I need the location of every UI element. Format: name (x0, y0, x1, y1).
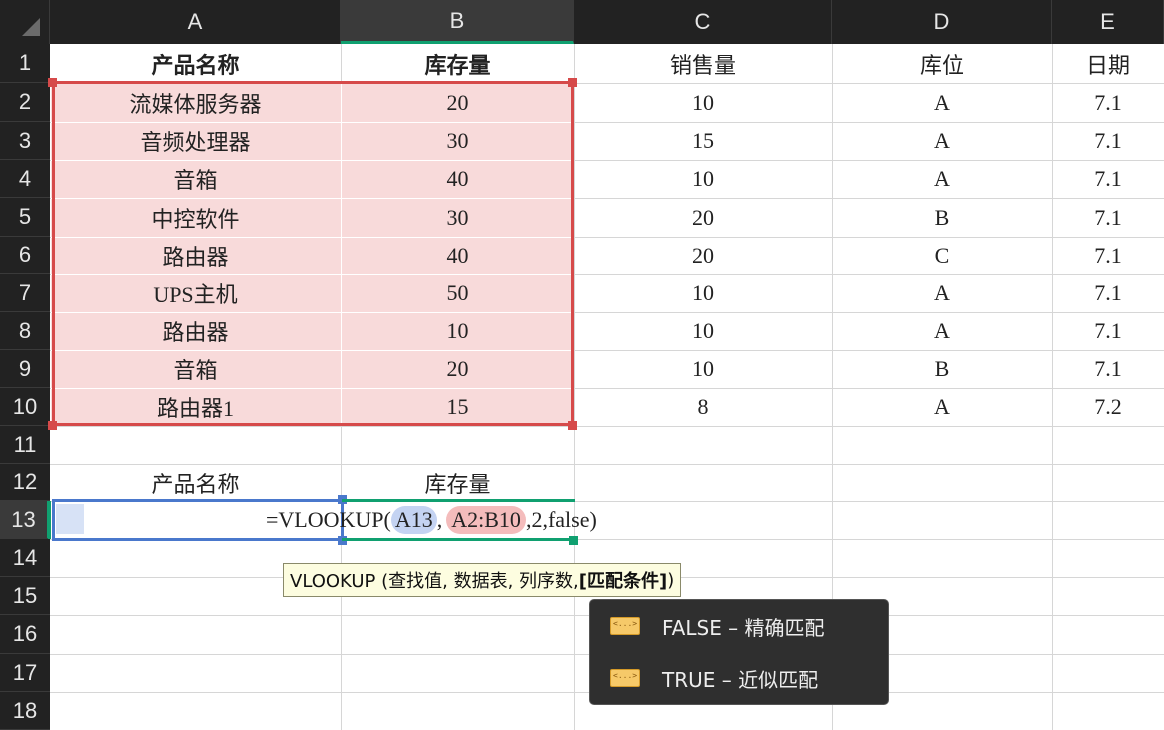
cell-c1[interactable]: 销售量 (574, 44, 832, 83)
range-resize-handle[interactable] (48, 421, 57, 430)
cell-d7[interactable]: A (832, 274, 1052, 312)
cell-d2[interactable]: A (832, 83, 1052, 122)
cell-d5[interactable]: B (832, 198, 1052, 237)
cell-c3[interactable]: 15 (574, 122, 832, 160)
option-label: FALSE – 精确匹配 (662, 615, 825, 640)
row-header-3[interactable]: 3 (0, 122, 50, 160)
cell-c4[interactable]: 10 (574, 160, 832, 198)
enum-value-icon (610, 669, 640, 687)
formula-arg-table-range[interactable]: A2:B10 (446, 506, 526, 534)
cell-e8[interactable]: 7.1 (1052, 312, 1164, 350)
row-header-2[interactable]: 2 (0, 83, 50, 122)
row-header-8[interactable]: 8 (0, 312, 50, 350)
row-header-15[interactable]: 15 (0, 577, 50, 615)
row-header-10[interactable]: 10 (0, 388, 50, 426)
grid-line (50, 426, 1164, 427)
cell-e5[interactable]: 7.1 (1052, 198, 1164, 237)
tooltip-signature: VLOOKUP (查找值, 数据表, 列序数, (290, 571, 579, 592)
cell-e10[interactable]: 7.2 (1052, 388, 1164, 426)
cell-e9[interactable]: 7.1 (1052, 350, 1164, 388)
autocomplete-option-false[interactable]: FALSE – 精确匹配 (590, 606, 890, 646)
range-resize-handle[interactable] (48, 78, 57, 87)
cell-e2[interactable]: 7.1 (1052, 83, 1164, 122)
row-header-6[interactable]: 6 (0, 237, 50, 274)
formula-separator: , (436, 507, 443, 532)
formula-rest: ,2,false) (525, 507, 597, 532)
column-header-e[interactable]: E (1052, 0, 1164, 44)
row-header-7[interactable]: 7 (0, 274, 50, 312)
row-header-5[interactable]: 5 (0, 198, 50, 237)
cell-e4[interactable]: 7.1 (1052, 160, 1164, 198)
spreadsheet[interactable]: ABCDE 1 2 3 4 5 6 7 8 9 10 11 12 13 14 15 16 17 18 产品名称 库存… (0, 0, 1164, 730)
row-header-16[interactable]: 16 (0, 615, 50, 654)
cell-d9[interactable]: B (832, 350, 1052, 388)
column-header-d[interactable]: D (832, 0, 1052, 44)
select-all-icon (22, 18, 40, 36)
cell-c5[interactable]: 20 (574, 198, 832, 237)
autocomplete-option-true[interactable]: TRUE – 近似匹配 (590, 658, 890, 698)
formula-editor[interactable]: =VLOOKUP(A13, A2:B10,2,false) (52, 501, 1052, 539)
row-header-4[interactable]: 4 (0, 160, 50, 198)
autocomplete-popup: FALSE – 精确匹配 TRUE – 近似匹配 (589, 599, 889, 705)
cell-c6[interactable]: 20 (574, 237, 832, 274)
row-header-1[interactable]: 1 (0, 44, 50, 83)
column-header-a[interactable]: A (50, 0, 341, 44)
editing-row-marker (48, 501, 51, 539)
row-header-18[interactable]: 18 (0, 692, 50, 730)
row-header-9[interactable]: 9 (0, 350, 50, 388)
cell-b1[interactable]: 库存量 (341, 44, 574, 83)
tooltip-close-paren: ) (667, 569, 675, 591)
cell-d4[interactable]: A (832, 160, 1052, 198)
column-header-c[interactable]: C (574, 0, 832, 44)
range-resize-handle[interactable] (568, 78, 577, 87)
cell-b12[interactable]: 库存量 (341, 464, 574, 501)
row-header-11[interactable]: 11 (0, 426, 50, 464)
select-all-corner[interactable] (0, 0, 50, 44)
function-signature-tooltip: VLOOKUP (查找值, 数据表, 列序数, [匹配条件]) (283, 563, 682, 597)
cell-d1[interactable]: 库位 (832, 44, 1052, 83)
enum-value-icon (610, 617, 640, 635)
cell-a1[interactable]: 产品名称 (50, 44, 341, 83)
formula-arg-lookup-value[interactable]: A13 (390, 506, 437, 534)
formula-prefix: =VLOOKUP( (266, 507, 391, 532)
cell-c10[interactable]: 8 (574, 388, 832, 426)
option-label: TRUE – 近似匹配 (662, 667, 819, 692)
cell-d10[interactable]: A (832, 388, 1052, 426)
cell-c7[interactable]: 10 (574, 274, 832, 312)
column-header-b[interactable]: B (341, 0, 574, 44)
row-header-13[interactable]: 13 (0, 501, 50, 539)
cell-a12[interactable]: 产品名称 (50, 464, 341, 501)
row-header-17[interactable]: 17 (0, 654, 50, 692)
cell-d6[interactable]: C (832, 237, 1052, 274)
cell-e3[interactable]: 7.1 (1052, 122, 1164, 160)
cell-c8[interactable]: 10 (574, 312, 832, 350)
row-header-14[interactable]: 14 (0, 539, 50, 577)
cell-d8[interactable]: A (832, 312, 1052, 350)
cell-c2[interactable]: 10 (574, 83, 832, 122)
cell-d3[interactable]: A (832, 122, 1052, 160)
cell-e7[interactable]: 7.1 (1052, 274, 1164, 312)
cell-c9[interactable]: 10 (574, 350, 832, 388)
range-resize-handle[interactable] (568, 421, 577, 430)
row-header-12[interactable]: 12 (0, 464, 50, 501)
range-reference-border (52, 81, 574, 426)
tooltip-current-arg: [匹配条件] (578, 571, 668, 592)
cell-e6[interactable]: 7.1 (1052, 237, 1164, 274)
cell-e1[interactable]: 日期 (1052, 44, 1164, 83)
